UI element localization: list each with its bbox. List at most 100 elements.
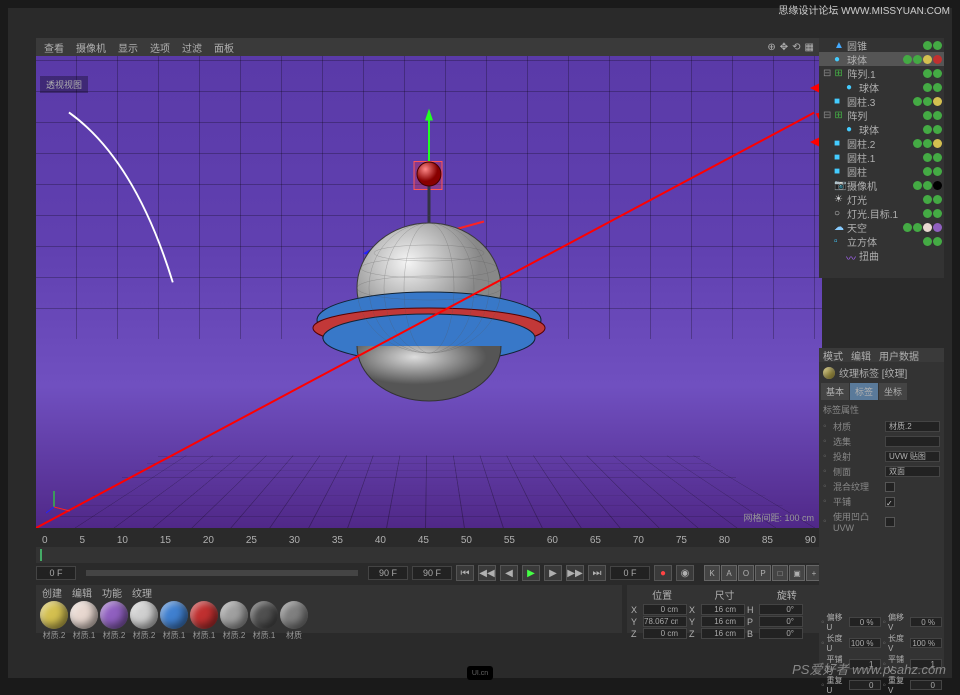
uvw-input[interactable] — [849, 617, 881, 627]
tag-icon[interactable] — [933, 209, 942, 218]
menu-item[interactable]: 显示 — [118, 40, 138, 55]
frame-end-input[interactable] — [368, 566, 408, 580]
tag-icon[interactable] — [903, 55, 912, 64]
tag-icon[interactable] — [923, 167, 932, 176]
hierarchy-item[interactable]: ■圆柱.2 — [819, 136, 944, 150]
menu-item[interactable]: 摄像机 — [76, 40, 106, 55]
material-item[interactable]: 材质.2 — [100, 601, 128, 641]
timeline[interactable] — [36, 547, 822, 563]
hierarchy-item[interactable]: ●球体 — [819, 122, 944, 136]
tag-icon[interactable] — [913, 181, 922, 190]
hierarchy-item[interactable]: ■圆柱.1 — [819, 150, 944, 164]
tag-icon[interactable] — [903, 223, 912, 232]
attr-mode-tab[interactable]: 用户数据 — [879, 348, 919, 363]
tag-icon[interactable] — [933, 55, 942, 64]
step-back-button[interactable]: ◀◀ — [478, 565, 496, 581]
tag-icon[interactable] — [913, 139, 922, 148]
tag-icon[interactable] — [923, 69, 932, 78]
attr-value-input[interactable]: 材质.2 — [885, 421, 940, 432]
playback-toggle[interactable]: □ — [772, 565, 788, 581]
uvw-input[interactable] — [910, 638, 942, 648]
menu-item[interactable]: 选项 — [150, 40, 170, 55]
viewport-nav-icon[interactable]: ▦ — [805, 42, 814, 53]
tag-icon[interactable] — [923, 125, 932, 134]
uvw-input[interactable] — [849, 680, 881, 690]
mat-tab[interactable]: 编辑 — [72, 585, 92, 600]
playback-toggle[interactable]: O — [738, 565, 754, 581]
hierarchy-item[interactable]: ☁天空 — [819, 220, 944, 234]
timeline-slider[interactable] — [86, 570, 358, 576]
checkbox[interactable] — [885, 517, 895, 527]
tag-icon[interactable] — [933, 223, 942, 232]
hierarchy-item[interactable]: ■圆柱.3 — [819, 94, 944, 108]
tag-icon[interactable] — [923, 195, 932, 204]
viewport-nav-icon[interactable]: ⟲ — [792, 42, 800, 53]
hierarchy-item[interactable]: ☀灯光 — [819, 192, 944, 206]
hierarchy-item[interactable]: 📷摄像机 — [819, 178, 944, 192]
tag-icon[interactable] — [923, 209, 932, 218]
playback-toggle[interactable]: P — [755, 565, 771, 581]
expand-icon[interactable]: ⊟ — [823, 110, 831, 121]
uvw-input[interactable] — [849, 638, 881, 648]
tag-icon[interactable] — [923, 181, 932, 190]
hierarchy-item[interactable]: ▲圆锥 — [819, 38, 944, 52]
playback-toggle[interactable]: ▣ — [789, 565, 805, 581]
mat-tab[interactable]: 纹理 — [132, 585, 152, 600]
hierarchy-item[interactable]: ▫立方体 — [819, 234, 944, 248]
attr-value-input[interactable]: UVW 贴图 — [885, 451, 940, 462]
material-item[interactable]: 材质.1 — [190, 601, 218, 641]
checkbox[interactable] — [885, 482, 895, 492]
expand-icon[interactable]: ⊟ — [823, 68, 831, 79]
checkbox[interactable] — [885, 497, 895, 507]
viewport-nav-icon[interactable]: ✥ — [780, 42, 788, 53]
pos-input[interactable] — [643, 628, 687, 639]
tag-icon[interactable] — [913, 223, 922, 232]
tag-icon[interactable] — [933, 97, 942, 106]
material-item[interactable]: 材质.1 — [70, 601, 98, 641]
size-input[interactable] — [701, 628, 745, 639]
hierarchy-item[interactable]: ○灯光.目标.1 — [819, 206, 944, 220]
attr-tab-basic[interactable]: 基本 — [821, 383, 849, 400]
tag-icon[interactable] — [933, 237, 942, 246]
tag-icon[interactable] — [923, 139, 932, 148]
perspective-viewport[interactable]: 透视视图 — [36, 56, 822, 528]
hierarchy-item[interactable]: ⊟⊞阵列 — [819, 108, 944, 122]
pos-input[interactable] — [643, 616, 687, 627]
tag-icon[interactable] — [933, 139, 942, 148]
size-input[interactable] — [701, 604, 745, 615]
ufo-model[interactable] — [309, 148, 549, 418]
tag-icon[interactable] — [923, 153, 932, 162]
goto-end-button[interactable]: ⏭ — [588, 565, 606, 581]
menu-item[interactable]: 查看 — [44, 40, 64, 55]
tag-icon[interactable] — [923, 97, 932, 106]
material-item[interactable]: 材质 — [280, 601, 308, 641]
attr-value-input[interactable]: 双面 — [885, 466, 940, 477]
tag-icon[interactable] — [933, 181, 942, 190]
rot-input[interactable] — [759, 628, 803, 639]
menu-item[interactable]: 面板 — [214, 40, 234, 55]
hierarchy-item[interactable]: ●球体 — [819, 80, 944, 94]
material-item[interactable]: 材质.2 — [130, 601, 158, 641]
tag-icon[interactable] — [923, 41, 932, 50]
play-button[interactable]: ▶ — [522, 565, 540, 581]
playback-toggle[interactable]: A — [721, 565, 737, 581]
tag-icon[interactable] — [933, 111, 942, 120]
tag-icon[interactable] — [933, 125, 942, 134]
playback-toggle[interactable]: K — [704, 565, 720, 581]
frame-end-input[interactable] — [412, 566, 452, 580]
material-item[interactable]: 材质.2 — [220, 601, 248, 641]
tag-icon[interactable] — [923, 237, 932, 246]
size-input[interactable] — [701, 616, 745, 627]
goto-start-button[interactable]: ⏮ — [456, 565, 474, 581]
tag-icon[interactable] — [923, 111, 932, 120]
tag-icon[interactable] — [923, 83, 932, 92]
hierarchy-item[interactable]: ■圆柱 — [819, 164, 944, 178]
tag-icon[interactable] — [933, 153, 942, 162]
tag-icon[interactable] — [933, 167, 942, 176]
next-frame-button[interactable]: ▶ — [544, 565, 562, 581]
attr-tab-coord[interactable]: 坐标 — [879, 383, 907, 400]
hierarchy-item[interactable]: 〰扭曲 — [819, 248, 944, 262]
hierarchy-item[interactable]: ●球体 — [819, 52, 944, 66]
tag-icon[interactable] — [933, 41, 942, 50]
uvw-input[interactable] — [910, 680, 942, 690]
